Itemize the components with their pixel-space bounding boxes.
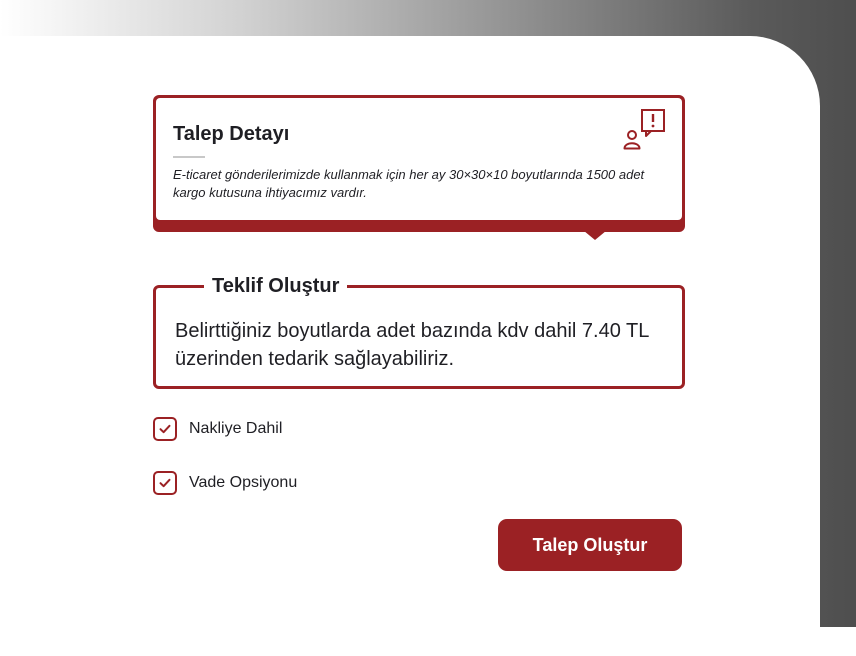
payment-term-option[interactable]: Vade Opsiyonu [153,471,297,495]
request-detail-card-body: Talep Detayı E-ticaret gönderilerimizde … [156,98,682,220]
request-detail-card: Talep Detayı E-ticaret gönderilerimizde … [153,95,685,232]
offer-legend: Teklif Oluştur [204,274,348,298]
checkbox-payment-term[interactable] [153,471,177,495]
check-icon [159,424,171,434]
check-icon [159,478,171,488]
offer-box[interactable]: Teklif Oluştur Belirttiğiniz boyutlarda … [153,274,685,389]
shipping-included-label: Nakliye Dahil [189,420,283,437]
offer-text[interactable]: Belirttiğiniz boyutlarda adet bazında kd… [175,317,665,373]
checkbox-shipping-included[interactable] [153,417,177,441]
request-description: E-ticaret gönderilerimizde kullanmak içi… [173,167,645,200]
create-request-button[interactable]: Talep Oluştur [498,519,682,571]
card-title: Talep Detayı [173,123,290,145]
user-alert-icon [623,109,665,150]
card-pointer [578,226,612,240]
title-underline [173,156,205,158]
payment-term-label: Vade Opsiyonu [189,474,298,491]
shipping-included-option[interactable]: Nakliye Dahil [153,417,282,441]
